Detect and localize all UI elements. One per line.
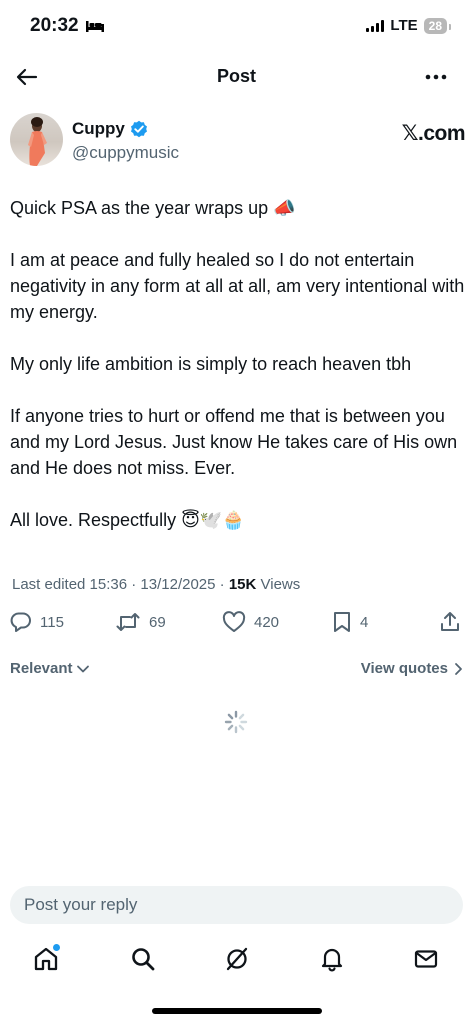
more-horizontal-icon [425,74,447,80]
post-paragraph: My only life ambition is simply to reach… [10,354,412,374]
tab-search[interactable] [128,944,158,974]
view-quotes-label: View quotes [360,660,448,677]
like-button[interactable]: 420 [222,611,279,633]
post-paragraph: Quick PSA as the year wraps up 📣 [10,198,296,218]
sort-label: Relevant [10,660,73,677]
reply-input[interactable]: Post your reply [10,886,463,924]
post-meta: Last edited 15:36 · 13/12/2025 · 15K Vie… [12,576,300,593]
post-paragraph: If anyone tries to hurt or offend me tha… [10,406,463,478]
bottom-tab-bar [0,940,473,980]
post-paragraph: I am at peace and fully healed so I do n… [10,250,470,322]
source-label: 𝕏.com [401,122,466,145]
author-handle[interactable]: @cuppymusic [72,143,179,163]
sort-dropdown[interactable]: Relevant [10,660,90,677]
bookmark-icon [334,612,350,632]
status-time: 20:32 [30,15,105,37]
verified-badge-icon [130,120,147,138]
tab-home[interactable] [31,944,61,974]
nav-bar: Post [0,54,473,100]
views-count[interactable]: 15K [229,576,257,593]
chevron-right-icon [455,662,462,675]
reply-count: 115 [40,613,64,631]
signal-icon [366,19,385,32]
status-bar: 20:32 LTE 28 [0,0,473,52]
home-indicator[interactable] [152,1008,322,1014]
clock: 20:32 [30,15,79,36]
network-type: LTE [390,17,418,34]
edited-timestamp[interactable]: Last edited 15:36 · 13/12/2025 · [12,576,229,593]
repost-icon [116,613,140,631]
tab-messages[interactable] [411,944,441,974]
search-icon [132,948,155,971]
bookmark-button[interactable]: 4 [332,611,368,633]
bed-icon [85,21,104,32]
chevron-down-icon [76,665,89,672]
repost-count: 69 [149,613,166,631]
post-text: Quick PSA as the year wraps up 📣 I am at… [10,195,465,559]
author-name-row[interactable]: Cuppy [72,119,148,139]
reply-icon [10,612,31,632]
post-author: Cuppy @cuppymusic 𝕏.com [10,113,466,173]
tab-notifications[interactable] [317,944,347,974]
more-options-button[interactable] [421,66,451,88]
view-quotes-link[interactable]: View quotes [361,660,463,677]
post-paragraph: All love. Respectfully 😇🕊️🧁 [10,510,245,530]
reply-placeholder: Post your reply [24,895,138,914]
reply-button[interactable]: 115 [10,611,64,633]
bell-icon [321,948,343,972]
loading-spinner-icon [224,710,248,734]
bookmark-count: 4 [360,613,369,631]
like-count: 420 [254,613,280,631]
share-icon [441,612,459,631]
share-button[interactable] [439,611,461,633]
battery-icon: 28 [423,17,452,34]
heart-icon [222,611,246,632]
repost-button[interactable]: 69 [115,611,166,633]
grok-icon [226,947,248,971]
avatar[interactable] [10,113,63,166]
avatar-image [28,117,47,166]
action-bar: 115 69 420 4 [10,611,465,639]
notification-dot [53,944,60,951]
mail-icon [414,950,438,968]
page-title: Post [216,66,256,86]
replies-sort-bar: Relevant View quotes [10,660,463,682]
status-indicators: LTE 28 [366,17,452,34]
tab-grok[interactable] [222,944,252,974]
battery-level: 28 [428,18,442,33]
author-name[interactable]: Cuppy [72,119,125,139]
views-label: Views [256,576,301,593]
